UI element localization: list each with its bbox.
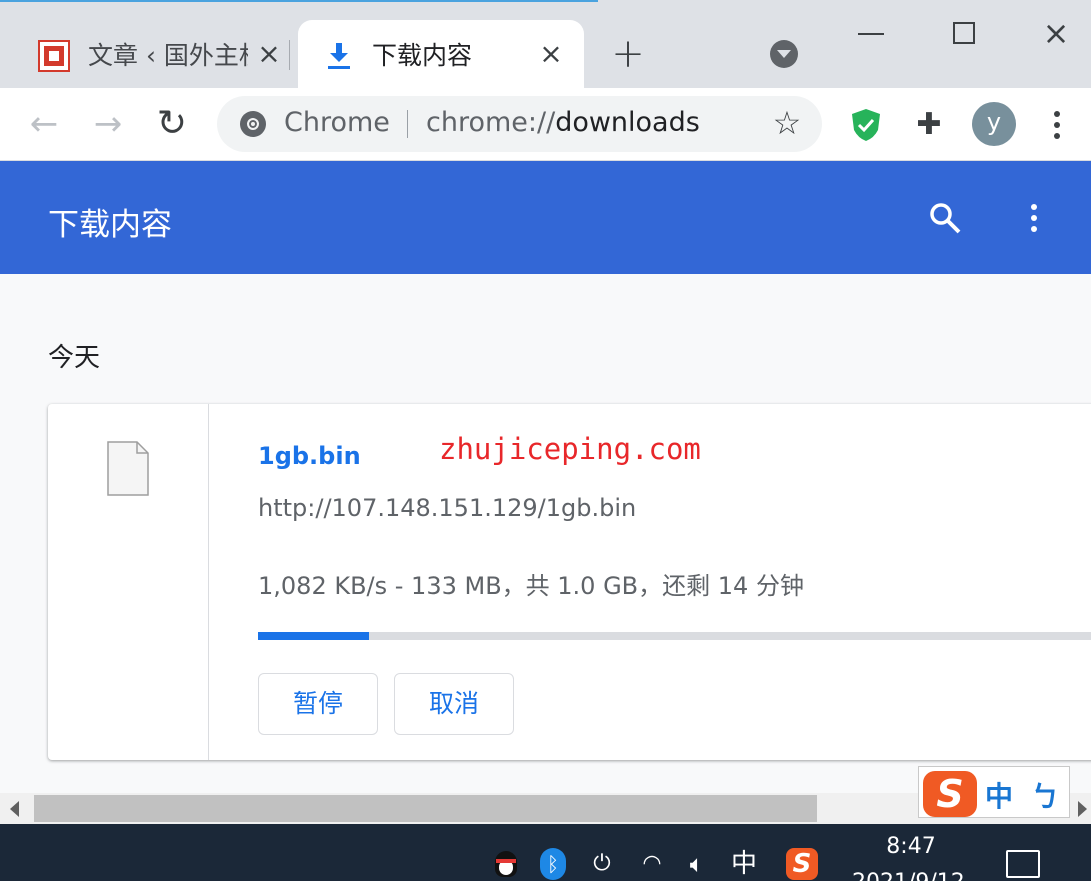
ime-toolbar[interactable]: S 中 ㄅ <box>918 766 1070 818</box>
page-scheme-label: Chrome <box>284 107 390 138</box>
tab-downloads[interactable]: 下载内容 × <box>298 20 584 88</box>
download-item-card: 1gb.bin zhujiceping.com http://107.148.1… <box>48 404 1091 760</box>
address-bar[interactable]: Chrome chrome://downloads ☆ <box>217 96 822 152</box>
url-prefix: chrome:// <box>426 107 556 138</box>
ime-punctuation-toggle[interactable]: ㄅ <box>1031 775 1059 815</box>
page-title: 下载内容 <box>48 207 172 243</box>
date-section-label: 今天 <box>48 343 101 373</box>
address-divider <box>407 110 408 138</box>
volume-icon[interactable]: 🔈︎ <box>680 848 714 880</box>
url-path: downloads <box>555 107 700 138</box>
reload-icon[interactable]: ↻ <box>150 102 194 146</box>
download-progress-bar <box>258 632 1091 640</box>
ime-language-toggle[interactable]: 中 <box>985 775 1013 815</box>
power-plug-icon[interactable]: ⏻ <box>585 848 619 880</box>
download-progress-fill <box>258 632 369 640</box>
scroll-left-arrow-icon[interactable] <box>10 801 19 817</box>
address-url[interactable]: chrome://downloads <box>426 107 700 138</box>
tab-title: 下载内容 <box>372 41 473 70</box>
downloads-header: 下载内容 <box>0 161 1091 274</box>
bluetooth-icon[interactable]: ᛒ <box>540 848 566 880</box>
tab-search-icon[interactable] <box>770 40 798 68</box>
wifi-icon[interactable]: ◠ <box>636 848 668 880</box>
extensions-puzzle-icon[interactable]: ✚ <box>912 108 946 142</box>
clock-time[interactable]: 8:47 <box>872 834 950 859</box>
file-name-link[interactable]: 1gb.bin <box>258 442 361 470</box>
minimize-window-button[interactable] <box>858 33 884 35</box>
notification-center-icon[interactable] <box>1006 850 1040 878</box>
close-tab-icon[interactable]: × <box>254 39 284 69</box>
downloads-menu-icon[interactable] <box>1023 201 1045 235</box>
sogou-logo-icon[interactable]: S <box>923 771 977 817</box>
scroll-right-arrow-icon[interactable] <box>1078 801 1087 817</box>
browser-menu-icon[interactable] <box>1046 108 1068 142</box>
tab-article[interactable]: 文章 ‹ 国外主机测评 × <box>0 20 287 88</box>
new-tab-button[interactable]: + <box>608 34 648 74</box>
maximize-window-button[interactable] <box>953 22 975 44</box>
site-favicon-icon <box>38 40 70 72</box>
taskbar: ᛒ ⏻ ◠ 🔈︎ 中 S 8:47 2021/9/12 <box>0 824 1091 881</box>
clock-date[interactable]: 2021/9/12 <box>852 870 965 881</box>
pause-button[interactable]: 暂停 <box>258 673 378 735</box>
file-source-url[interactable]: http://107.148.151.129/1gb.bin <box>258 494 636 522</box>
close-window-button[interactable]: × <box>1040 14 1072 52</box>
cancel-button[interactable]: 取消 <box>394 673 514 735</box>
qq-penguin-icon[interactable] <box>492 848 520 880</box>
chrome-logo-icon <box>240 111 266 137</box>
sogou-tray-icon[interactable]: S <box>786 848 818 880</box>
close-tab-icon[interactable]: × <box>536 39 566 69</box>
back-arrow-icon[interactable]: ← <box>22 102 66 146</box>
adblock-shield-icon[interactable] <box>850 108 882 142</box>
forward-arrow-icon[interactable]: → <box>86 102 130 146</box>
watermark-text: zhujiceping.com <box>439 432 701 466</box>
search-icon[interactable] <box>928 201 962 235</box>
file-icon <box>107 441 149 496</box>
tab-strip: 文章 ‹ 国外主机测评 × 下载内容 × + × <box>0 0 1091 88</box>
browser-toolbar: ← → ↻ Chrome chrome://downloads ☆ ✚ y <box>0 88 1091 161</box>
input-language-indicator[interactable]: 中 <box>728 848 760 880</box>
tab-separator <box>289 40 290 70</box>
profile-avatar[interactable]: y <box>972 102 1016 146</box>
card-divider <box>208 404 209 760</box>
download-icon <box>328 43 350 69</box>
scrollbar-thumb[interactable] <box>34 795 817 822</box>
tab-title: 文章 ‹ 国外主机测评 <box>88 41 248 70</box>
window-accent-line <box>0 0 598 2</box>
bookmark-star-icon[interactable]: ☆ <box>770 106 804 140</box>
download-status: 1,082 KB/s - 133 MB，共 1.0 GB，还剩 14 分钟 <box>258 572 804 600</box>
